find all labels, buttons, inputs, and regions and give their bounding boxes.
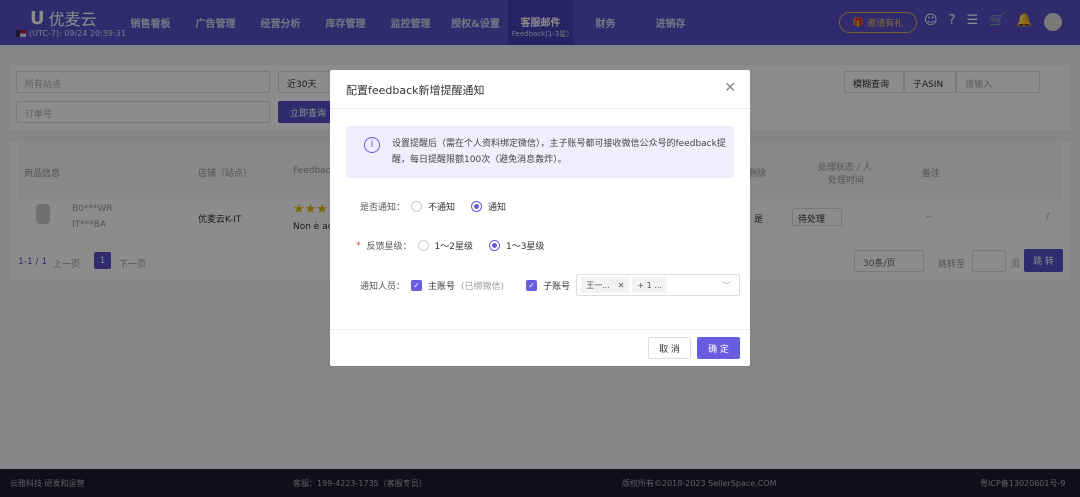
info-text: 设置提醒后（需在个人资料绑定微信），主子账号都可接收微信公众号的feedback…: [392, 139, 726, 165]
required-mark: *: [356, 240, 361, 251]
radio-level-1-3[interactable]: [488, 240, 500, 251]
level-label: 反馈星级：: [366, 242, 412, 252]
feedback-notify-modal: 配置feedback新增提醒通知 ✕ i 设置提醒后（需在个人资料绑定微信），主…: [330, 70, 750, 366]
sub-account-tag: 王一... ✕: [581, 277, 630, 293]
no-notify-label[interactable]: 不通知: [428, 200, 455, 213]
people-label: 通知人员：: [360, 281, 406, 292]
modal-title: 配置feedback新增提醒通知: [346, 84, 485, 97]
radio-level-1-2[interactable]: [417, 240, 429, 251]
info-icon: i: [364, 137, 380, 153]
sub-account-checkbox[interactable]: ✓: [526, 279, 538, 291]
level-1-2-label[interactable]: 1～2星级: [435, 239, 473, 252]
sub-account-select[interactable]: 王一... ✕ + 1 ... ﹀: [576, 274, 741, 296]
notify-label: 是否通知：: [360, 203, 406, 213]
level-1-3-label[interactable]: 1～3星级: [506, 239, 544, 252]
tag-close-icon[interactable]: ✕: [618, 281, 625, 290]
sub-account-label[interactable]: 子账号: [543, 279, 570, 292]
more-tag: + 1 ...: [632, 277, 667, 293]
cancel-button[interactable]: 取 消: [648, 337, 691, 359]
close-icon[interactable]: ✕: [724, 80, 736, 96]
main-account-label[interactable]: 主账号: [428, 279, 455, 292]
main-account-checkbox[interactable]: ✓: [411, 279, 423, 291]
divider: [330, 329, 750, 330]
radio-notify[interactable]: [471, 201, 483, 212]
main-account-note: (已绑微信): [461, 281, 505, 292]
info-banner: i 设置提醒后（需在个人资料绑定微信），主子账号都可接收微信公众号的feedba…: [346, 126, 734, 178]
radio-no-notify[interactable]: [411, 201, 423, 212]
confirm-button[interactable]: 确 定: [697, 337, 740, 359]
notify-option-label[interactable]: 通知: [488, 200, 506, 213]
tag-label: 王一...: [586, 280, 610, 290]
chevron-down-icon: ﹀: [722, 282, 732, 292]
divider: [330, 108, 750, 109]
